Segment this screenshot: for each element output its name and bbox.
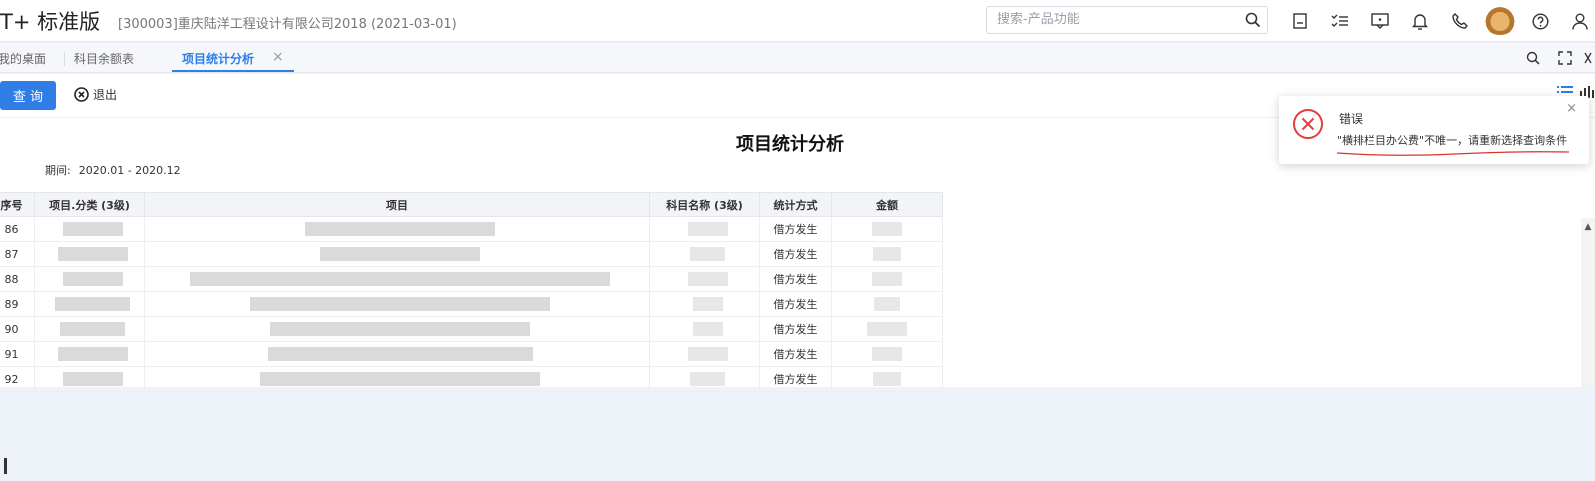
company-info: [300003]重庆陆洋工程设计有限公司2018 (2021-03-01) <box>118 17 457 32</box>
cell-no: 90 <box>0 316 35 342</box>
cell-no: 88 <box>0 266 35 292</box>
error-icon <box>1292 108 1324 144</box>
redacted-cell <box>831 241 943 267</box>
tab-project-analysis[interactable]: 项目统计分析 <box>182 50 254 67</box>
redacted-cell <box>34 316 145 342</box>
table-row[interactable]: 90 借方发生 <box>0 316 943 342</box>
redacted-cell <box>649 366 760 392</box>
table-scrollbar[interactable]: ▲ <box>1581 218 1595 387</box>
tab-account-balance[interactable]: 科目余额表 <box>74 50 134 67</box>
table-row[interactable]: 86 借方发生 <box>0 216 943 242</box>
redacted-cell <box>144 341 650 367</box>
table-row[interactable]: 88 借方发生 <box>0 266 943 292</box>
phone-icon[interactable] <box>1440 9 1480 33</box>
period-label: 期间: <box>45 164 71 177</box>
exit-icon <box>74 87 89 102</box>
redacted-cell <box>144 366 650 392</box>
bell-icon[interactable] <box>1400 9 1440 33</box>
table-row[interactable]: 89 借方发生 <box>0 291 943 317</box>
tab-divider <box>64 52 65 66</box>
cell-method: 借方发生 <box>759 291 832 317</box>
fullscreen-icon[interactable] <box>1549 47 1581 69</box>
app-header: T+ 标准版 [300003]重庆陆洋工程设计有限公司2018 (2021-03… <box>0 0 1595 42</box>
error-title: 错误 <box>1339 112 1364 126</box>
redacted-cell <box>831 216 943 242</box>
cell-no: 89 <box>0 291 35 317</box>
table-row[interactable]: 87 借方发生 <box>0 241 943 267</box>
cell-method: 借方发生 <box>759 341 832 367</box>
redacted-cell <box>831 366 943 392</box>
redacted-cell <box>649 216 760 242</box>
tab-search-icon[interactable] <box>1517 47 1549 69</box>
col-no[interactable]: 序号 <box>0 192 35 217</box>
search-input[interactable] <box>997 12 1227 27</box>
query-button[interactable]: 查 询 <box>0 81 56 110</box>
redacted-cell <box>144 291 650 317</box>
cell-method: 借方发生 <box>759 216 832 242</box>
table-row[interactable]: 91 借方发生 <box>0 341 943 367</box>
redacted-cell <box>649 316 760 342</box>
search-icon[interactable] <box>1245 12 1261 32</box>
exit-button[interactable]: 退出 <box>74 86 117 103</box>
global-search[interactable] <box>986 6 1268 34</box>
cell-no: 87 <box>0 241 35 267</box>
active-tab-indicator <box>172 70 294 72</box>
tab-desktop[interactable]: 我的桌面 <box>0 50 46 67</box>
brand-title: T+ 标准版 <box>0 10 101 34</box>
data-table: 序号 项目.分类 (3级) 项目 科目名称 (3级) 统计方式 金额 86 借方… <box>0 192 943 392</box>
redacted-cell <box>144 266 650 292</box>
redacted-cell <box>144 216 650 242</box>
cell-method: 借方发生 <box>759 366 832 392</box>
help-icon[interactable] <box>1520 9 1560 33</box>
cell-no: 92 <box>0 366 35 392</box>
redacted-cell <box>144 316 650 342</box>
redacted-cell <box>34 216 145 242</box>
avatar[interactable] <box>1480 4 1520 35</box>
col-project[interactable]: 项目 <box>144 192 650 217</box>
error-message: "横排栏目办公费"不唯一，请重新选择查询条件 <box>1337 134 1568 147</box>
period-value: 2020.01 - 2020.12 <box>78 164 181 177</box>
cell-method: 借方发生 <box>759 241 832 267</box>
message-icon[interactable] <box>1360 9 1400 33</box>
error-notification: 错误 "横排栏目办公费"不唯一，请重新选择查询条件 × <box>1279 96 1589 164</box>
redacted-cell <box>34 266 145 292</box>
tasks-icon[interactable] <box>1320 9 1360 33</box>
redacted-cell <box>144 241 650 267</box>
redacted-cell <box>831 291 943 317</box>
cell-no: 91 <box>0 341 35 367</box>
redacted-cell <box>649 341 760 367</box>
tab-bar: 我的桌面 科目余额表 项目统计分析 × <box>0 43 1595 73</box>
header-toolbar <box>1280 4 1595 35</box>
table-header-row: 序号 项目.分类 (3级) 项目 科目名称 (3级) 统计方式 金额 <box>0 192 943 217</box>
redacted-cell <box>831 316 943 342</box>
redacted-cell <box>649 291 760 317</box>
redacted-cell <box>34 366 145 392</box>
cell-method: 借方发生 <box>759 266 832 292</box>
scroll-up-icon[interactable]: ▲ <box>1581 218 1595 232</box>
redacted-cell <box>831 341 943 367</box>
table-row[interactable]: 92 借方发生 <box>0 366 943 392</box>
cell-no: 86 <box>0 216 35 242</box>
redacted-cell <box>34 241 145 267</box>
annotation-underline <box>1336 151 1570 156</box>
redacted-cell <box>831 266 943 292</box>
col-amount[interactable]: 金额 <box>831 192 943 217</box>
period-row: 期间: 2020.01 - 2020.12 <box>45 162 181 178</box>
col-category[interactable]: 项目.分类 (3级) <box>34 192 145 217</box>
close-all-icon[interactable] <box>1581 47 1595 69</box>
user-icon[interactable] <box>1560 9 1595 33</box>
col-account[interactable]: 科目名称 (3级) <box>649 192 760 217</box>
text-cursor <box>4 458 7 474</box>
exit-label: 退出 <box>93 88 118 102</box>
redacted-cell <box>34 291 145 317</box>
tab-close-icon[interactable]: × <box>272 49 284 65</box>
redacted-cell <box>34 341 145 367</box>
tab-bar-tools <box>1517 47 1595 69</box>
close-icon[interactable]: × <box>1566 101 1577 116</box>
redacted-cell <box>649 241 760 267</box>
cell-method: 借方发生 <box>759 316 832 342</box>
redacted-cell <box>649 266 760 292</box>
col-method[interactable]: 统计方式 <box>759 192 832 217</box>
save-icon[interactable] <box>1280 9 1320 33</box>
